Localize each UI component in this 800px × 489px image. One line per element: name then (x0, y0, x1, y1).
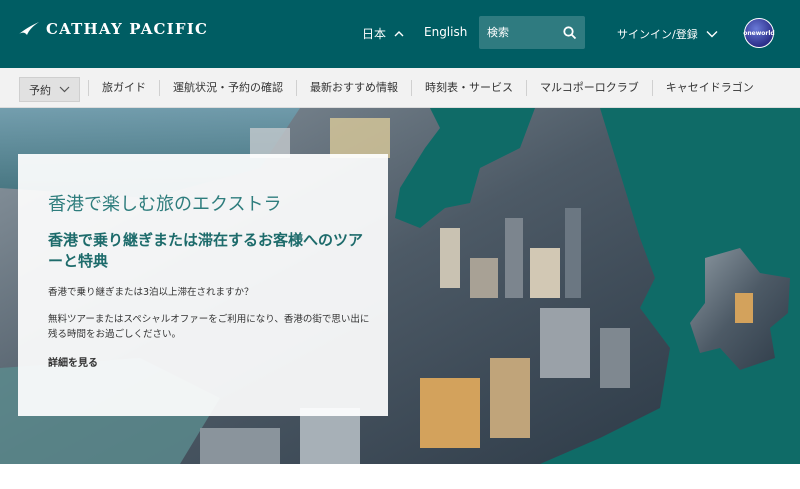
nav-item-marco-polo[interactable]: マルコポーロクラブ (526, 80, 652, 96)
brushwing-icon (19, 22, 39, 35)
page-bottom-space (0, 464, 800, 489)
signin-menu[interactable]: サインイン/登録 (617, 26, 718, 42)
nav-items: 旅ガイド 運航状況・予約の確認 最新おすすめ情報 時刻表・サービス マルコポーロ… (88, 68, 767, 108)
chevron-up-icon (394, 31, 404, 37)
nav-item-offers[interactable]: 最新おすすめ情報 (296, 80, 411, 96)
nav-item-timetable[interactable]: 時刻表・サービス (411, 80, 526, 96)
book-label: 予約 (29, 83, 51, 97)
top-header: CATHAY PACIFIC 日本 English サインイン/登録 onewo… (0, 0, 800, 68)
search-input[interactable] (479, 16, 559, 49)
details-link[interactable]: 詳細を見る (48, 354, 98, 369)
search-box (479, 16, 585, 49)
nav-item-travel-guide[interactable]: 旅ガイド (88, 80, 159, 96)
oneworld-badge[interactable]: oneworld (743, 18, 775, 48)
book-dropdown-button[interactable]: 予約 (19, 77, 80, 102)
language-current: 日本 (362, 27, 387, 41)
promo-subtitle: 香港で乗り継ぎまたは滞在するお客様へのツアーと特典 (48, 231, 364, 270)
nav-item-cathay-dragon[interactable]: キャセイドラゴン (651, 80, 767, 96)
promo-title: 香港で楽しむ旅のエクストラ (48, 194, 282, 215)
logo-text: CATHAY PACIFIC (46, 20, 209, 38)
chevron-down-icon (706, 31, 718, 38)
cathay-logo[interactable]: CATHAY PACIFIC (18, 20, 208, 38)
signin-label: サインイン/登録 (617, 28, 698, 41)
promo-description: 無料ツアーまたはスペシャルオファーをご利用になり、香港の街で思い出に残る時間をお… (48, 314, 370, 340)
promo-question: 香港で乗り継ぎまたは3泊以上滞在されますか？ (48, 287, 254, 298)
nav-item-flight-status[interactable]: 運航状況・予約の確認 (159, 80, 296, 96)
main-nav: 予約 旅ガイド 運航状況・予約の確認 最新おすすめ情報 時刻表・サービス マルコ… (0, 68, 800, 108)
language-english-link[interactable]: English (424, 25, 467, 39)
search-icon[interactable] (561, 24, 579, 42)
promo-card: 香港で楽しむ旅のエクストラ 香港で乗り継ぎまたは滞在するお客様へのツアーと特典 … (18, 154, 388, 416)
hero-banner[interactable]: 香港で楽しむ旅のエクストラ 香港で乗り継ぎまたは滞在するお客様へのツアーと特典 … (0, 108, 800, 464)
oneworld-label: oneworld (743, 29, 775, 37)
language-selector[interactable]: 日本 (362, 25, 404, 42)
chevron-down-icon (59, 86, 70, 93)
